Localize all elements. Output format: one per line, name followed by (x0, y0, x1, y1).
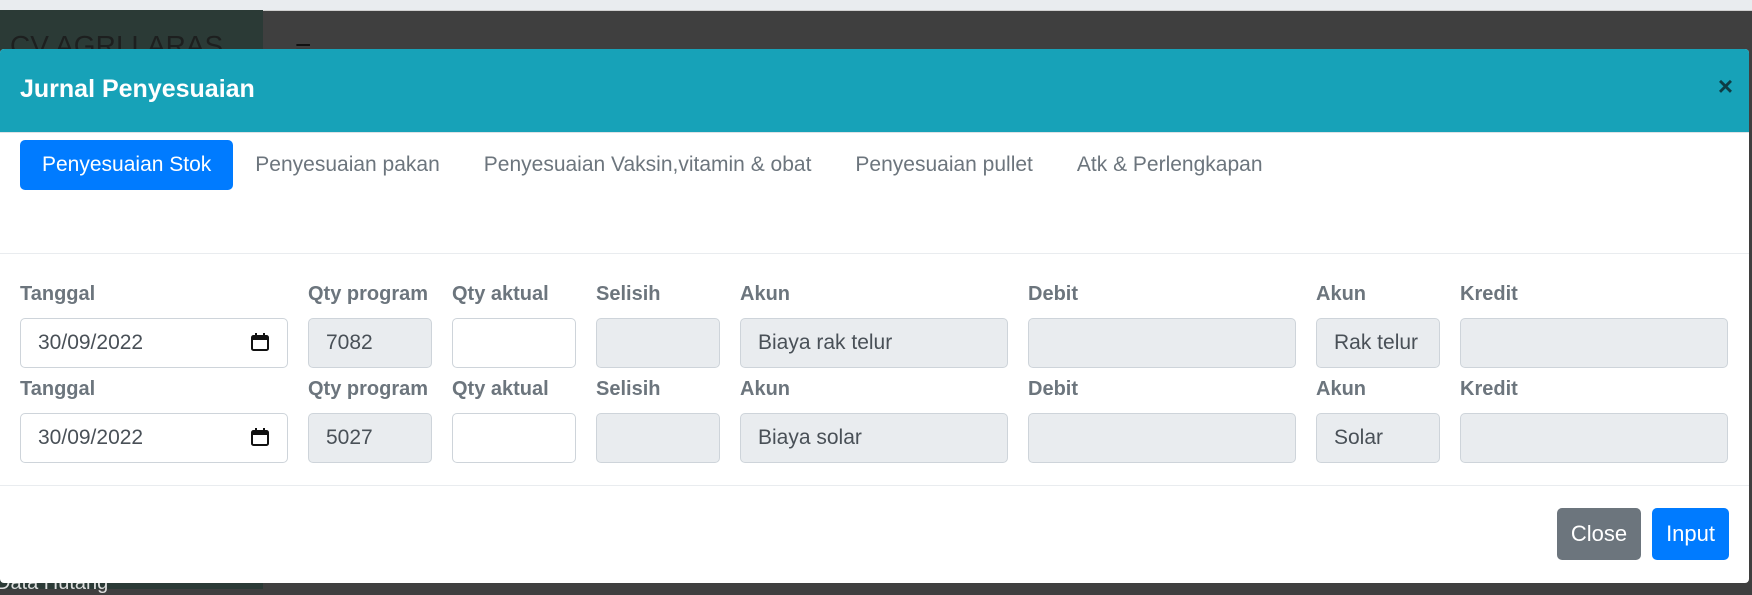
selisih-field (596, 413, 720, 463)
tab-penyesuaian-stok[interactable]: Penyesuaian Stok (20, 140, 234, 190)
label-selisih: Selisih (596, 283, 661, 305)
label-akun-kredit: Akun (1316, 283, 1366, 305)
label-qty-program: Qty program (308, 378, 429, 400)
label-akun-kredit: Akun (1316, 378, 1366, 400)
akun-debit-field: Biaya solar (740, 413, 1008, 463)
label-debit: Debit (1028, 283, 1078, 305)
calendar-icon[interactable] (251, 428, 269, 446)
input-button[interactable]: Input (1652, 508, 1729, 560)
adjustment-row: Tanggal 30/09/2022 Qty program 7082 Qty … (20, 277, 1730, 371)
date-value: 30/09/2022 (38, 331, 144, 354)
label-tanggal: Tanggal (20, 283, 96, 305)
label-qty-aktual: Qty aktual (452, 283, 549, 305)
label-akun-debit: Akun (740, 378, 790, 400)
calendar-icon[interactable] (251, 333, 269, 351)
date-input[interactable]: 30/09/2022 (20, 413, 288, 463)
label-kredit: Kredit (1460, 378, 1518, 400)
qty-aktual-input[interactable] (452, 318, 576, 368)
tab-penyesuaian-pakan[interactable]: Penyesuaian pakan (233, 140, 461, 190)
adjustment-row: Tanggal 30/09/2022 Qty program 5027 Qty … (20, 372, 1730, 466)
date-value: 30/09/2022 (38, 426, 144, 449)
qty-aktual-input[interactable] (452, 413, 576, 463)
label-akun-debit: Akun (740, 283, 790, 305)
akun-kredit-field: Rak telur (1316, 318, 1440, 368)
date-input[interactable]: 30/09/2022 (20, 318, 288, 368)
label-tanggal: Tanggal (20, 378, 96, 400)
akun-kredit-field: Solar (1316, 413, 1440, 463)
label-kredit: Kredit (1460, 283, 1518, 305)
close-button[interactable]: Close (1556, 508, 1642, 560)
modal-header: Jurnal Penyesuaian × (0, 49, 1749, 133)
label-selisih: Selisih (596, 378, 661, 400)
debit-field (1028, 413, 1296, 463)
label-debit: Debit (1028, 378, 1078, 400)
debit-field (1028, 318, 1296, 368)
modal-title: Jurnal Penyesuaian (20, 75, 255, 103)
jurnal-penyesuaian-modal: Jurnal Penyesuaian × Penyesuaian Stok Pe… (0, 49, 1749, 583)
label-qty-program: Qty program (308, 283, 429, 305)
tab-penyesuaian-vaksin[interactable]: Penyesuaian Vaksin,vitamin & obat (462, 140, 834, 190)
qty-program-field: 5027 (308, 413, 432, 463)
selisih-field (596, 318, 720, 368)
modal-footer: Close Input (1546, 508, 1729, 560)
divider (0, 485, 1749, 486)
qty-program-field: 7082 (308, 318, 432, 368)
tab-bar: Penyesuaian Stok Penyesuaian pakan Penye… (20, 140, 1285, 190)
akun-debit-field: Biaya rak telur (740, 318, 1008, 368)
kredit-field (1460, 318, 1728, 368)
tab-penyesuaian-pullet[interactable]: Penyesuaian pullet (833, 140, 1054, 190)
kredit-field (1460, 413, 1728, 463)
tab-atk-perlengkapan[interactable]: Atk & Perlengkapan (1055, 140, 1285, 190)
close-icon[interactable]: × (1718, 73, 1733, 99)
divider (0, 253, 1749, 254)
label-qty-aktual: Qty aktual (452, 378, 549, 400)
